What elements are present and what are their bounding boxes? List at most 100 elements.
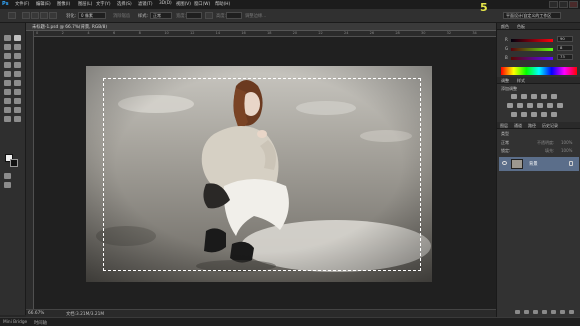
red-slider-row[interactable]: R 90 (505, 36, 577, 43)
new-adjustment-layer-icon[interactable] (542, 310, 547, 314)
feather-input[interactable]: 0 像素 (78, 12, 106, 19)
background-color-swatch[interactable] (10, 159, 18, 167)
blend-mode-select[interactable]: 正常 (501, 140, 509, 146)
layer-style-icon[interactable] (524, 310, 529, 314)
blue-slider-track[interactable] (511, 57, 553, 60)
selective-color-icon[interactable] (551, 112, 557, 117)
menu-file[interactable]: 文件(F) (15, 1, 29, 7)
type-tool-icon[interactable] (14, 98, 21, 104)
color-balance-icon[interactable] (517, 103, 523, 108)
move-tool-icon[interactable] (4, 35, 11, 41)
marquee-tool-icon[interactable] (14, 35, 21, 41)
subtract-selection-icon[interactable] (40, 12, 48, 19)
red-value[interactable]: 90 (557, 36, 573, 42)
antialias-checkbox[interactable]: 消除锯齿 (113, 13, 130, 19)
history-brush-tool-icon[interactable] (14, 71, 21, 77)
blur-tool-icon[interactable] (4, 89, 11, 95)
hand-tool-icon[interactable] (4, 116, 11, 122)
magic-wand-tool-icon[interactable] (14, 44, 21, 50)
levels-icon[interactable] (521, 94, 527, 99)
add-selection-icon[interactable] (31, 12, 39, 19)
path-selection-tool-icon[interactable] (4, 107, 11, 113)
black-white-icon[interactable] (527, 103, 533, 108)
minimize-button[interactable] (549, 1, 558, 8)
marquee-tool-preset-icon[interactable] (8, 12, 16, 19)
healing-brush-tool-icon[interactable] (4, 62, 11, 68)
tab-paths[interactable]: 路径 (528, 123, 536, 129)
blue-slider-row[interactable]: B 73 (505, 54, 577, 61)
crop-tool-icon[interactable] (4, 53, 11, 59)
tab-styles[interactable]: 样式 (517, 78, 525, 84)
menu-image[interactable]: 图像(I) (57, 1, 70, 7)
refine-edge-button[interactable]: 调整边缘... (245, 13, 266, 19)
layer-filter-select[interactable]: 类型 (501, 131, 509, 137)
tab-layers[interactable]: 图层 (500, 123, 508, 129)
link-layers-icon[interactable] (515, 310, 520, 314)
menu-filter[interactable]: 滤镜(T) (138, 1, 153, 7)
delete-layer-icon[interactable] (569, 310, 574, 314)
maximize-button[interactable] (559, 1, 568, 8)
workspace-select[interactable]: 平面设计/自定义的工作区 (503, 12, 561, 19)
dodge-tool-icon[interactable] (14, 89, 21, 95)
green-value[interactable]: 8 (557, 45, 573, 51)
menu-3d[interactable]: 3D(D) (159, 1, 172, 6)
new-layer-icon[interactable] (560, 310, 565, 314)
eyedropper-tool-icon[interactable] (14, 53, 21, 59)
color-lookup-icon[interactable] (557, 103, 563, 108)
fill-input[interactable]: 100% (561, 148, 572, 153)
gradient-tool-icon[interactable] (14, 80, 21, 86)
new-group-icon[interactable] (551, 310, 556, 314)
menu-view[interactable]: 视图(V) (176, 1, 191, 7)
exposure-icon[interactable] (541, 94, 547, 99)
green-slider-track[interactable] (511, 48, 553, 51)
layer-name[interactable]: 背景 (529, 161, 538, 167)
photo-filter-icon[interactable] (537, 103, 543, 108)
posterize-icon[interactable] (521, 112, 527, 117)
gradient-map-icon[interactable] (541, 112, 547, 117)
invert-icon[interactable] (511, 112, 517, 117)
tab-mini-bridge[interactable]: Mini Bridge (3, 320, 27, 325)
threshold-icon[interactable] (531, 112, 537, 117)
style-select[interactable]: 正常 (150, 12, 172, 19)
intersect-selection-icon[interactable] (49, 12, 57, 19)
brightness-contrast-icon[interactable] (511, 94, 517, 99)
channel-mixer-icon[interactable] (547, 103, 553, 108)
clone-stamp-tool-icon[interactable] (4, 71, 11, 77)
menu-type[interactable]: 文字(Y) (96, 1, 111, 7)
close-button[interactable] (569, 1, 578, 8)
eraser-tool-icon[interactable] (4, 80, 11, 86)
tab-channels[interactable]: 通道 (514, 123, 522, 129)
width-input[interactable] (186, 12, 202, 19)
menu-layer[interactable]: 图层(L) (78, 1, 92, 7)
pen-tool-icon[interactable] (4, 98, 11, 104)
vertical-ruler[interactable] (26, 31, 34, 309)
lasso-tool-icon[interactable] (4, 44, 11, 50)
green-slider-row[interactable]: G 8 (505, 45, 577, 52)
hue-saturation-icon[interactable] (507, 103, 513, 108)
menu-select[interactable]: 选择(S) (117, 1, 132, 7)
tab-timeline[interactable]: 时间轴 (34, 320, 47, 326)
brush-tool-icon[interactable] (14, 62, 21, 68)
add-mask-icon[interactable] (533, 310, 538, 314)
menu-help[interactable]: 帮助(H) (215, 1, 230, 7)
tab-adjustments[interactable]: 调整 (501, 78, 509, 84)
opacity-input[interactable]: 100% (561, 140, 572, 145)
swap-dimensions-icon[interactable] (205, 12, 213, 19)
screen-mode-icon[interactable] (4, 182, 11, 188)
layer-row-background[interactable]: 背景 (499, 157, 579, 171)
tab-swatches[interactable]: 色板 (517, 24, 525, 30)
vibrance-icon[interactable] (551, 94, 557, 99)
new-selection-icon[interactable] (22, 12, 30, 19)
selection-marquee[interactable] (103, 78, 421, 271)
curves-icon[interactable] (531, 94, 537, 99)
color-spectrum-bar[interactable] (501, 67, 577, 75)
tab-color[interactable]: 颜色 (501, 24, 509, 30)
height-input[interactable] (226, 12, 242, 19)
menu-edit[interactable]: 编辑(E) (36, 1, 51, 7)
red-slider-track[interactable] (511, 39, 553, 42)
document-tab[interactable]: 未标题-1.psd @ 66.7%(背景, RGB/8) (26, 23, 496, 31)
menu-window[interactable]: 窗口(W) (194, 1, 210, 7)
zoom-tool-icon[interactable] (14, 116, 21, 122)
shape-tool-icon[interactable] (14, 107, 21, 113)
zoom-level[interactable]: 66.67% (28, 311, 44, 316)
